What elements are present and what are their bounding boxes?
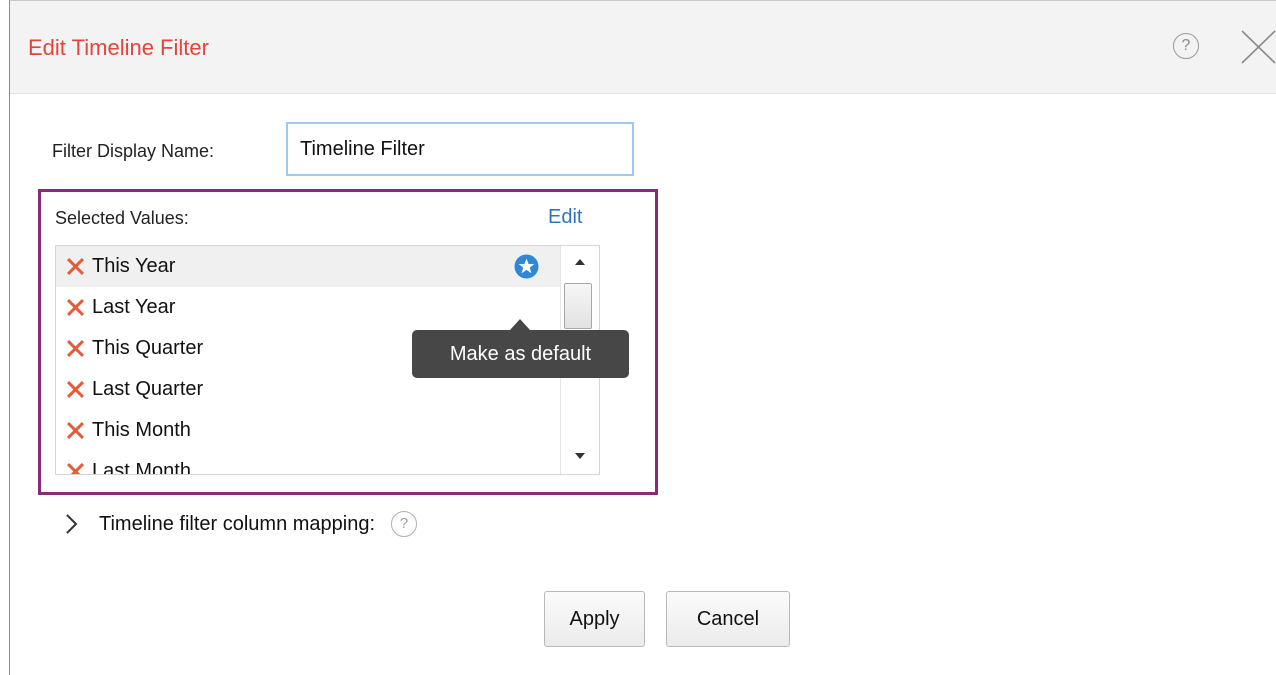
tooltip-arrow — [510, 319, 530, 330]
edit-timeline-filter-dialog: Edit Timeline Filter ? Filter Display Na… — [9, 0, 1276, 675]
list-item[interactable]: This Month — [56, 410, 560, 451]
scrollbar-thumb[interactable] — [564, 283, 592, 329]
dialog-title: Edit Timeline Filter — [28, 35, 209, 60]
list-item-label: Last Month — [92, 460, 191, 475]
remove-x-icon[interactable] — [67, 422, 84, 439]
column-mapping-toggle[interactable]: Timeline filter column mapping: ? — [61, 509, 418, 539]
column-mapping-label: Timeline filter column mapping: — [99, 512, 376, 535]
star-circle-icon[interactable] — [514, 254, 539, 279]
scroll-up-arrow-icon[interactable] — [575, 259, 585, 265]
list-item-label: Last Quarter — [92, 378, 204, 400]
list-item[interactable]: This Year — [56, 246, 560, 287]
make-default-tooltip: Make as default — [412, 330, 629, 378]
cancel-button[interactable]: Cancel — [666, 591, 790, 647]
selected-values-label: Selected Values: — [55, 208, 189, 228]
remove-x-icon[interactable] — [67, 258, 84, 275]
scroll-down-arrow-icon[interactable] — [575, 453, 585, 459]
remove-x-icon[interactable] — [67, 299, 84, 316]
list-item[interactable]: Last Year — [56, 287, 560, 328]
filter-display-name-label: Filter Display Name: — [52, 141, 215, 161]
close-icon[interactable] — [1240, 29, 1276, 65]
list-item-label: This Quarter — [92, 337, 204, 359]
filter-display-name-input[interactable] — [286, 122, 634, 176]
remove-x-icon[interactable] — [67, 340, 84, 357]
list-item[interactable]: Last Month — [56, 451, 560, 475]
list-item-label: Last Year — [92, 296, 176, 318]
remove-x-icon[interactable] — [67, 463, 84, 474]
help-icon[interactable]: ? — [1173, 33, 1199, 59]
chevron-right-icon — [66, 514, 78, 534]
list-item-label: This Month — [92, 419, 191, 441]
apply-button[interactable]: Apply — [544, 591, 645, 647]
dialog-header: Edit Timeline Filter ? — [10, 1, 1276, 94]
remove-x-icon[interactable] — [67, 381, 84, 398]
edit-link[interactable]: Edit — [548, 206, 582, 229]
list-item-label: This Year — [92, 255, 176, 277]
question-circle-icon[interactable]: ? — [391, 511, 418, 537]
